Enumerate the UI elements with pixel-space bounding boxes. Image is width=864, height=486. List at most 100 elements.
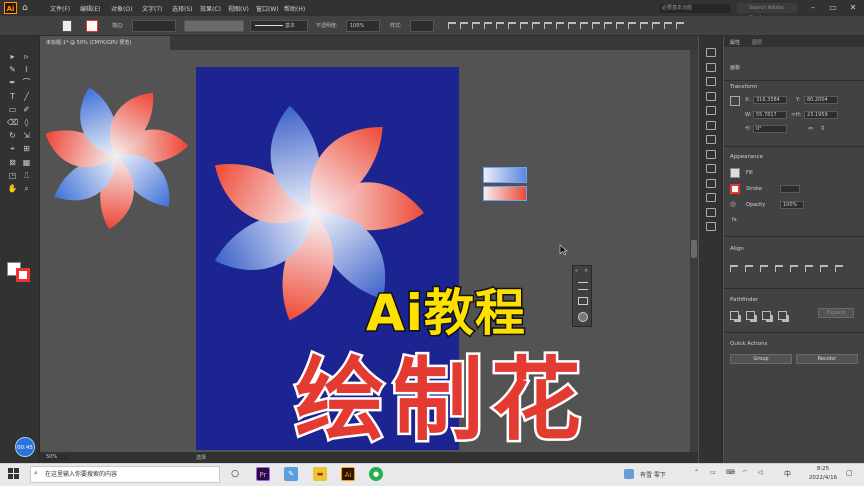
- stroke-weight-input[interactable]: [780, 185, 800, 193]
- align-icon[interactable]: [496, 22, 504, 29]
- align-icon[interactable]: [580, 22, 588, 29]
- expand-button[interactable]: Expand: [818, 308, 854, 318]
- layers-icon[interactable]: [578, 297, 588, 305]
- align-icon[interactable]: [532, 22, 540, 29]
- align-icon[interactable]: [616, 22, 624, 29]
- panel-dock-icon[interactable]: [706, 222, 716, 231]
- align-icon[interactable]: [730, 265, 738, 272]
- premiere-icon[interactable]: Pr: [256, 467, 270, 481]
- tool-icon[interactable]: ▦: [21, 158, 32, 168]
- tool-icon[interactable]: ⌇: [21, 65, 32, 75]
- tool-icon[interactable]: ⌕: [21, 184, 32, 194]
- menu-type[interactable]: 文字(T): [142, 4, 162, 13]
- align-icon[interactable]: [664, 22, 672, 29]
- angle-field[interactable]: 0°: [753, 125, 787, 133]
- weather-text[interactable]: 有雪 零下: [640, 470, 666, 479]
- align-icon[interactable]: [790, 265, 798, 272]
- app-icon-green[interactable]: ●: [369, 467, 383, 481]
- tool-icon[interactable]: ⎍: [21, 171, 32, 181]
- panel-dock-icon[interactable]: [706, 120, 716, 130]
- stroke-color-icon[interactable]: [730, 184, 740, 194]
- align-icon[interactable]: [640, 22, 648, 29]
- align-icon[interactable]: [472, 22, 480, 29]
- menu-edit[interactable]: 编辑(E): [80, 4, 100, 13]
- recolor-button[interactable]: Recolor: [796, 354, 858, 364]
- tool-icon[interactable]: ▹: [21, 52, 32, 62]
- menu-select[interactable]: 选择(S): [172, 4, 193, 13]
- panel-dock-icon[interactable]: [706, 62, 716, 72]
- panel-dock-icon[interactable]: [706, 48, 716, 57]
- stroke-weight-field[interactable]: [132, 20, 176, 32]
- variable-width-field[interactable]: [184, 20, 244, 32]
- pathfinder-icon[interactable]: [746, 311, 755, 320]
- tool-icon[interactable]: ╱: [21, 92, 32, 102]
- h-field[interactable]: 23.1959: [804, 111, 838, 119]
- minimize-icon[interactable]: –: [806, 2, 820, 14]
- tool-icon[interactable]: ✒: [7, 78, 18, 88]
- tool-icon[interactable]: ✐: [21, 105, 32, 115]
- home-icon[interactable]: ⌂: [22, 3, 32, 13]
- file-explorer-icon[interactable]: ▬: [313, 467, 327, 481]
- panel-dock-icon[interactable]: [706, 207, 716, 217]
- align-icon[interactable]: [592, 22, 600, 29]
- align-icon[interactable]: [460, 22, 468, 29]
- brush-definition[interactable]: 基本: [250, 20, 308, 32]
- align-icon[interactable]: [628, 22, 636, 29]
- pathfinder-icon[interactable]: [778, 311, 787, 320]
- clock-date[interactable]: 2022/4/16: [806, 475, 840, 481]
- align-icon[interactable]: [568, 22, 576, 29]
- tray-chevron-icon[interactable]: ⌃: [694, 469, 699, 476]
- align-icon[interactable]: [676, 22, 684, 29]
- pathfinder-icon[interactable]: [730, 311, 739, 320]
- ime-lang[interactable]: 中: [784, 469, 791, 479]
- tool-icon[interactable]: ⊠: [7, 158, 18, 168]
- clock-time[interactable]: 8:25: [806, 466, 840, 472]
- menu-effect[interactable]: 效果(C): [200, 4, 221, 13]
- tool-icon[interactable]: ⌫: [7, 118, 18, 128]
- gradient-swatch-red[interactable]: [483, 186, 527, 201]
- tool-icon[interactable]: ▸: [7, 52, 18, 62]
- menu-view[interactable]: 视图(V): [228, 4, 249, 13]
- maximize-icon[interactable]: ▭: [826, 2, 840, 14]
- volume-icon[interactable]: ◁: [758, 469, 763, 476]
- fill-swatch[interactable]: [62, 20, 72, 32]
- swatch-icon[interactable]: [578, 312, 588, 322]
- menu-lines-icon[interactable]: [578, 282, 588, 290]
- align-icon[interactable]: [745, 265, 753, 272]
- x-field[interactable]: 316.3584: [753, 96, 787, 104]
- pathfinder-icon[interactable]: [762, 311, 771, 320]
- align-icon[interactable]: [805, 265, 813, 272]
- zoom-field[interactable]: 50%: [44, 454, 68, 461]
- w-field[interactable]: 55.7817: [753, 111, 787, 119]
- group-button[interactable]: Group: [730, 354, 792, 364]
- align-icon[interactable]: [484, 22, 492, 29]
- align-icon[interactable]: [835, 265, 843, 272]
- panel-dock-icon[interactable]: [706, 135, 716, 144]
- align-icon[interactable]: [448, 22, 456, 29]
- panel-dock-icon[interactable]: [706, 91, 716, 101]
- workspace-switcher[interactable]: 必要基本功能: [660, 4, 730, 13]
- opacity-field[interactable]: 100%: [346, 20, 380, 32]
- panel-dock-icon[interactable]: [706, 149, 716, 159]
- align-icon[interactable]: [760, 265, 768, 272]
- menu-help[interactable]: 帮助(H): [284, 4, 305, 13]
- task-view-icon[interactable]: ○: [228, 467, 242, 481]
- flip-vertical-icon[interactable]: ⇕: [820, 125, 825, 132]
- panel-dock-icon[interactable]: [706, 77, 716, 86]
- illustrator-taskbar-icon[interactable]: Ai: [341, 467, 355, 481]
- tool-icon[interactable]: ⇲: [21, 131, 32, 141]
- menu-window[interactable]: 窗口(W): [256, 4, 279, 13]
- reference-point-icon[interactable]: [730, 96, 740, 106]
- align-icon[interactable]: [508, 22, 516, 29]
- wifi-icon[interactable]: ◠: [742, 469, 747, 476]
- tool-icon[interactable]: ✋: [7, 184, 18, 194]
- align-icon[interactable]: [775, 265, 783, 272]
- opacity-input[interactable]: 100%: [780, 201, 804, 209]
- graphic-style-picker[interactable]: [410, 20, 434, 32]
- tool-icon[interactable]: ◊: [21, 118, 32, 128]
- keyboard-icon[interactable]: ⌨: [726, 469, 735, 476]
- collapse-icon[interactable]: «: [575, 268, 578, 274]
- tool-icon[interactable]: ↻: [7, 131, 18, 141]
- menu-object[interactable]: 对象(O): [111, 4, 132, 13]
- network-icon[interactable]: ▭: [710, 469, 716, 476]
